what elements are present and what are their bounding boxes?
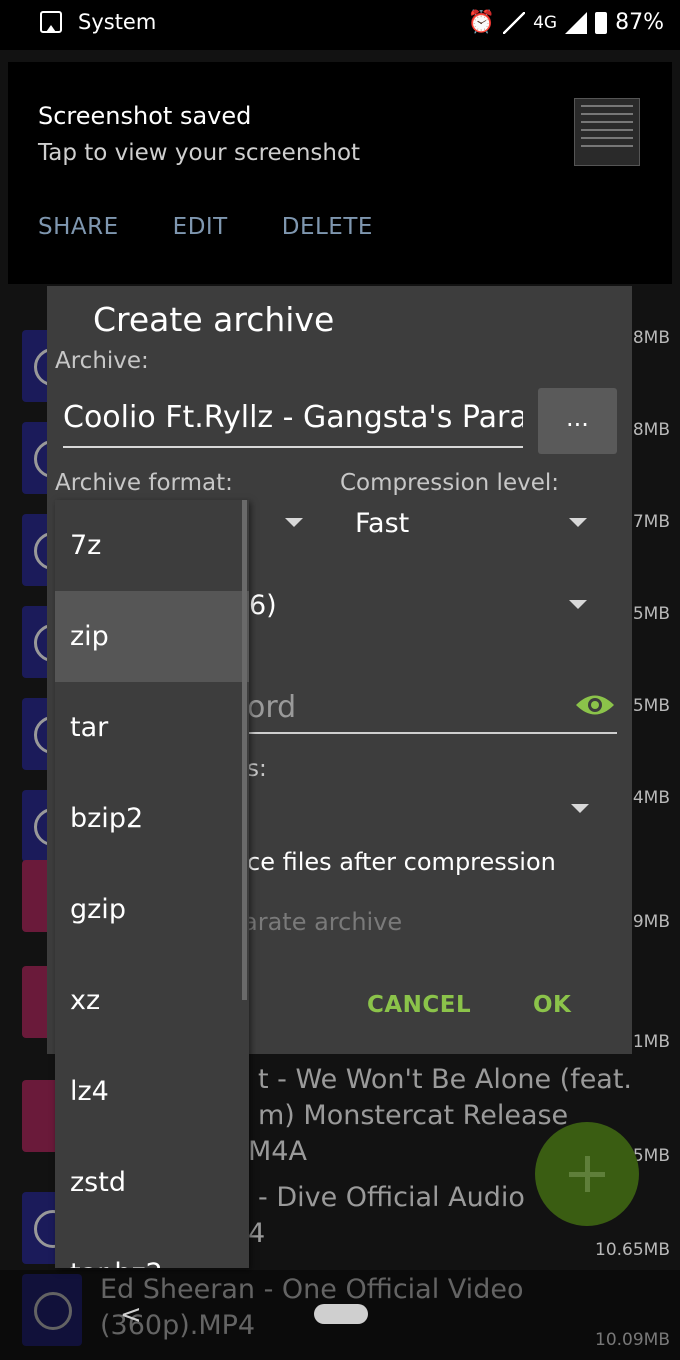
notification-subtitle: Tap to view your screenshot [38,140,361,166]
screenshot-thumbnail[interactable] [574,98,640,166]
separate-archive-checkbox[interactable]: arate archive [243,908,402,936]
file-name: - Dive Official Audio [258,1182,525,1213]
home-pill-button[interactable] [314,1304,368,1324]
archive-format-dropdown[interactable]: 7z zip tar bzip2 gzip xz lz4 zstd tar.bz… [55,500,249,1268]
password-input[interactable]: ord [247,690,296,725]
file-size: 10.65MB [595,1240,670,1260]
file-size: 7MB [632,512,670,532]
file-size: 5MB [632,604,670,624]
format-option-zstd[interactable]: zstd [55,1137,249,1228]
dialog-title: Create archive [93,300,335,339]
file-size: 8MB [632,328,670,348]
format-option-tar-bz2[interactable]: tar.bz2 [55,1228,249,1268]
file-name: t - We Won't Be Alone (feat. [258,1064,633,1095]
image-icon [40,11,62,33]
edit-button[interactable]: EDIT [173,214,228,240]
file-name: m) Monstercat Release [258,1100,569,1131]
status-left: System [40,10,156,34]
network-type: 4G [533,12,558,33]
cancel-button[interactable]: CANCEL [367,992,471,1018]
archive-label: Archive: [55,348,149,374]
format-option-lz4[interactable]: lz4 [55,1046,249,1137]
compression-level-select[interactable]: Fast [355,508,409,539]
file-size: 5MB [632,696,670,716]
file-size: 8MB [632,420,670,440]
status-bar: System ⏰ 4G 87% [0,0,680,50]
screenshot-notification[interactable]: Screenshot saved Tap to view your screen… [8,62,672,284]
compression-chevron-down-icon[interactable] [569,518,587,527]
browse-button[interactable]: ... [538,388,617,454]
battery-percent: 87% [615,10,664,35]
delete-button[interactable]: DELETE [282,214,373,240]
dropdown-scrollbar[interactable] [242,500,247,1000]
archive-format-label: Archive format: [55,470,233,496]
file-size: 5MB [632,1146,670,1166]
format-option-zip[interactable]: zip [55,591,249,682]
battery-icon [595,11,608,34]
notification-actions: SHARE EDIT DELETE [38,214,373,240]
file-size: 9MB [632,912,670,932]
format-option-tar[interactable]: tar [55,682,249,773]
obscured-label: s: [247,756,267,782]
chevron-down-icon[interactable] [569,600,587,609]
share-button[interactable]: SHARE [38,214,119,240]
signal-off-icon [503,11,526,34]
delete-source-files-checkbox[interactable]: ce files after compression [247,848,556,876]
format-option-xz[interactable]: xz [55,955,249,1046]
obscured-select-value[interactable]: 6) [249,590,277,621]
format-option-bzip2[interactable]: bzip2 [55,773,249,864]
file-size: 4MB [632,788,670,808]
alarm-icon: ⏰ [467,10,496,35]
file-name: 4 [248,1218,266,1249]
back-chevron-icon[interactable]: < [120,1300,142,1330]
chevron-down-icon[interactable] [571,804,589,813]
ok-button[interactable]: OK [533,992,571,1018]
status-app-title: System [78,10,157,34]
file-size: 1MB [632,1032,670,1052]
archive-name-input[interactable]: Coolio Ft.Ryllz - Gangsta's Paradise [63,400,523,448]
status-right: ⏰ 4G 87% [468,10,664,35]
compression-level-label: Compression level: [340,470,559,496]
format-option-gzip[interactable]: gzip [55,864,249,955]
file-name: M4A [248,1136,307,1167]
add-fab-button[interactable] [535,1122,639,1226]
signal-icon [565,11,588,34]
password-underline [247,732,617,734]
notification-title: Screenshot saved [38,102,252,130]
format-option-7z[interactable]: 7z [55,500,249,591]
format-chevron-down-icon[interactable] [285,518,303,527]
eye-icon[interactable] [574,690,616,720]
navigation-bar: < [0,1270,680,1360]
